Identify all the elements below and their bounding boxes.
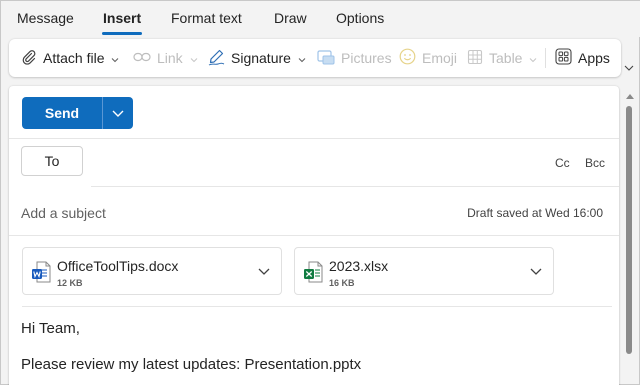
link-icon [133,50,151,66]
attachment-menu-button[interactable] [527,262,545,280]
attachment-size: 16 KB [329,278,355,288]
chevron-down-icon [112,104,124,122]
pictures-button[interactable]: Pictures [317,39,392,77]
emoji-icon [399,48,416,68]
paperclip-icon [21,49,37,68]
word-file-icon [31,261,51,288]
signature-pen-icon [207,48,225,69]
chevron-down-icon [111,50,119,66]
emoji-label: Emoji [422,50,458,66]
attachment-name: OfficeToolTips.docx [57,258,179,274]
attachment-card[interactable]: 2023.xlsx 16 KB [294,247,554,295]
signature-label: Signature [231,50,291,66]
attach-file-button[interactable]: Attach file [21,39,119,77]
link-button[interactable]: Link [133,39,198,77]
toolbar-divider [545,48,546,68]
to-field[interactable] [91,148,531,176]
ribbon-tabs: Message Insert Format text Draw Options [1,1,640,37]
pictures-icon [317,49,335,68]
cc-button[interactable]: Cc [555,156,570,170]
attachment-name: 2023.xlsx [329,258,389,274]
attach-file-label: Attach file [43,50,105,66]
tab-message[interactable]: Message [17,10,74,26]
attachment-menu-button[interactable] [255,262,273,280]
divider [22,306,612,307]
excel-file-icon [303,261,323,288]
divider [9,235,619,236]
chevron-down-icon [298,50,306,66]
send-button[interactable]: Send [22,97,102,129]
apps-grid-icon [555,48,572,68]
chevron-down-icon [530,262,542,280]
scroll-up-arrow-icon[interactable] [625,92,635,100]
attachment-card[interactable]: OfficeToolTips.docx 12 KB [22,247,282,295]
draft-status: Draft saved at Wed 16:00 [467,206,603,220]
apps-button[interactable]: Apps [555,39,610,77]
pictures-label: Pictures [341,50,392,66]
signature-button[interactable]: Signature [207,39,306,77]
body-line: Hi Team, [21,320,80,337]
table-icon [467,49,483,68]
compose-pane: Send To Cc Bcc Draft saved at Wed 16:00 … [9,86,619,385]
table-label: Table [489,50,523,66]
body-line: Please review my latest updates: Present… [21,356,362,373]
chevron-down-icon [258,262,270,280]
divider [9,138,619,139]
chevron-down-icon [624,58,634,76]
tab-options[interactable]: Options [336,10,384,26]
ribbon-expand-button[interactable] [621,57,637,77]
table-button[interactable]: Table [467,39,537,77]
send-options-button[interactable] [102,97,133,129]
insert-toolbar: Attach file Link Signature Pictures Emoj… [9,39,621,77]
tab-draw[interactable]: Draw [274,10,307,26]
active-tab-indicator [102,32,142,35]
bcc-button[interactable]: Bcc [585,156,605,170]
emoji-button[interactable]: Emoji [399,39,457,77]
to-button[interactable]: To [21,146,83,176]
attachment-size: 12 KB [57,278,83,288]
link-label: Link [157,50,183,66]
to-field-underline [91,186,619,187]
chevron-down-icon [529,50,537,66]
scroll-thumb[interactable] [626,106,632,354]
tab-insert[interactable]: Insert [103,10,141,26]
subject-field[interactable] [21,200,441,226]
scrollbar[interactable] [621,86,639,385]
tab-format-text[interactable]: Format text [171,10,242,26]
apps-label: Apps [578,50,610,66]
chevron-down-icon [190,50,198,66]
